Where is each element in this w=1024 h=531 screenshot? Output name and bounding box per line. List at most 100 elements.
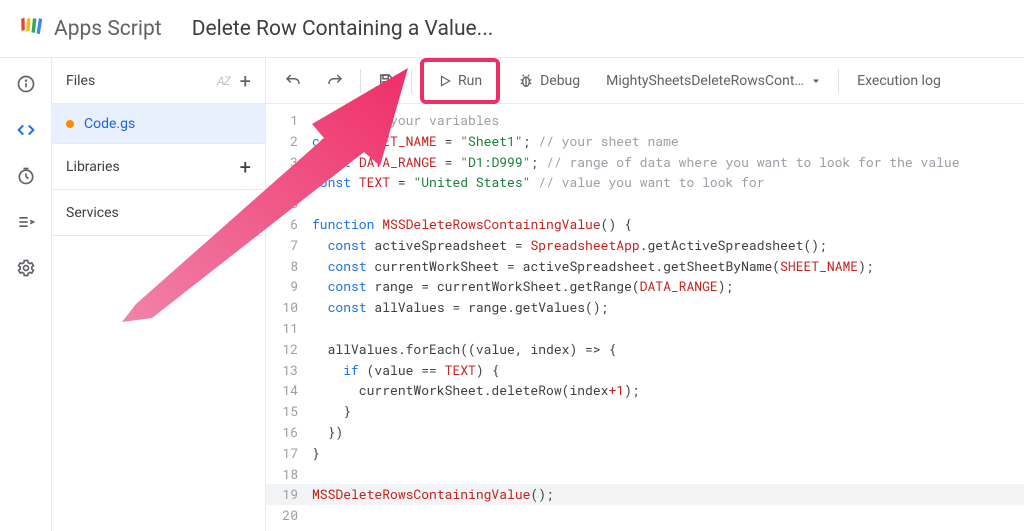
triggers-icon[interactable] <box>14 164 38 188</box>
services-label: Services <box>66 205 119 221</box>
run-button[interactable]: Run <box>428 64 492 98</box>
code-line[interactable]: 8 const currentWorkSheet = activeSpreads… <box>266 256 1024 277</box>
code-line[interactable]: 7 const activeSpreadsheet = SpreadsheetA… <box>266 235 1024 256</box>
line-number: 12 <box>266 339 312 360</box>
code-line[interactable]: 14 currentWorkSheet.deleteRow(index+1); <box>266 380 1024 401</box>
code-editor[interactable]: 1 Define your variables2const SHEET_NAME… <box>266 104 1024 531</box>
line-number: 7 <box>266 235 312 256</box>
code-content: }) <box>312 422 343 443</box>
add-service-icon[interactable]: + <box>240 203 251 223</box>
execution-log-button[interactable]: Execution log <box>847 64 951 98</box>
code-line[interactable]: 9 const range = currentWorkSheet.getRang… <box>266 276 1024 297</box>
code-content: currentWorkSheet.deleteRow(index+1); <box>312 380 640 401</box>
line-number: 6 <box>266 214 312 235</box>
file-name: Code.gs <box>84 116 135 132</box>
line-number: 2 <box>266 131 312 152</box>
libraries-header: Libraries + <box>52 144 265 190</box>
info-icon[interactable] <box>14 72 38 96</box>
editor-pane: Run Debug MightySheetsDeleteRowsConta...… <box>266 58 1024 531</box>
line-number: 9 <box>266 276 312 297</box>
code-content: const activeSpreadsheet = SpreadsheetApp… <box>312 235 827 256</box>
editor-icon[interactable] <box>14 118 38 142</box>
function-select[interactable]: MightySheetsDeleteRowsConta... <box>598 73 830 89</box>
line-number: 1 <box>266 110 312 131</box>
line-number: 11 <box>266 318 312 339</box>
code-line[interactable]: 12 allValues.forEach((value, index) => { <box>266 339 1024 360</box>
line-number: 16 <box>266 422 312 443</box>
line-number: 8 <box>266 256 312 277</box>
project-title[interactable]: Delete Row Containing a Value... <box>192 17 494 41</box>
line-number: 17 <box>266 443 312 464</box>
debug-label: Debug <box>540 73 580 89</box>
code-content: } <box>312 401 351 422</box>
left-rail <box>0 58 52 531</box>
run-button-highlight: Run <box>420 58 500 104</box>
code-content: function MSSDeleteRowsContainingValue() … <box>312 214 632 235</box>
undo-icon[interactable] <box>276 64 310 98</box>
code-line[interactable]: 2const SHEET_NAME = "Sheet1"; // your sh… <box>266 131 1024 152</box>
executions-icon[interactable] <box>14 210 38 234</box>
function-name: MightySheetsDeleteRowsConta... <box>606 73 806 89</box>
code-line[interactable]: 10 const allValues = range.getValues(); <box>266 297 1024 318</box>
line-number: 14 <box>266 380 312 401</box>
sort-icon[interactable]: AZ <box>217 74 230 88</box>
toolbar-divider <box>838 69 839 93</box>
run-label: Run <box>458 73 482 89</box>
code-content: const DATA_RANGE = "D1:D999"; // range o… <box>312 152 960 173</box>
play-icon <box>438 74 452 88</box>
redo-icon[interactable] <box>318 64 352 98</box>
apps-script-logo-icon <box>16 15 44 43</box>
code-line[interactable]: 1 Define your variables <box>266 110 1024 131</box>
code-content: const allValues = range.getValues(); <box>312 297 608 318</box>
file-modified-dot-icon <box>66 120 74 128</box>
add-file-icon[interactable]: + <box>240 71 251 91</box>
code-content: allValues.forEach((value, index) => { <box>312 339 616 360</box>
code-content: if (value == TEXT) { <box>312 360 499 381</box>
code-line[interactable]: 19MSSDeleteRowsContainingValue(); <box>266 484 1024 505</box>
code-line[interactable]: 17} <box>266 443 1024 464</box>
code-line[interactable]: 3const DATA_RANGE = "D1:D999"; // range … <box>266 152 1024 173</box>
execution-log-label: Execution log <box>857 73 941 89</box>
code-content: const TEXT = "United States" // value yo… <box>312 172 765 193</box>
code-line[interactable]: 16 }) <box>266 422 1024 443</box>
code-content: const SHEET_NAME = "Sheet1"; // your she… <box>312 131 679 152</box>
code-content: const range = currentWorkSheet.getRange(… <box>312 276 733 297</box>
line-number: 10 <box>266 297 312 318</box>
app-name: Apps Script <box>54 17 162 41</box>
code-line[interactable]: 6function MSSDeleteRowsContainingValue()… <box>266 214 1024 235</box>
code-line[interactable]: 13 if (value == TEXT) { <box>266 360 1024 381</box>
line-number: 19 <box>266 484 312 505</box>
code-line[interactable]: 11 <box>266 318 1024 339</box>
line-number: 20 <box>266 505 312 526</box>
save-icon[interactable] <box>369 64 403 98</box>
bug-icon <box>518 73 534 89</box>
file-item-code-gs[interactable]: Code.gs <box>52 104 265 144</box>
code-line[interactable]: 5 <box>266 193 1024 214</box>
code-content: MSSDeleteRowsContainingValue(); <box>312 484 554 505</box>
line-number: 18 <box>266 464 312 485</box>
line-number: 4 <box>266 172 312 193</box>
services-header: Services + <box>52 190 265 236</box>
add-library-icon[interactable]: + <box>240 157 251 177</box>
code-content: Define your variables <box>312 110 499 131</box>
files-pane: Files AZ + Code.gs Libraries + Services … <box>52 58 266 531</box>
debug-button[interactable]: Debug <box>508 64 590 98</box>
code-line[interactable]: 20 <box>266 505 1024 526</box>
code-line[interactable]: 4const TEXT = "United States" // value y… <box>266 172 1024 193</box>
line-number: 5 <box>266 193 312 214</box>
line-number: 15 <box>266 401 312 422</box>
code-line[interactable]: 18 <box>266 464 1024 485</box>
files-header: Files AZ + <box>52 58 265 104</box>
line-number: 13 <box>266 360 312 381</box>
libraries-label: Libraries <box>66 159 120 175</box>
toolbar-divider <box>360 69 361 93</box>
app-header: Apps Script Delete Row Containing a Valu… <box>0 0 1024 58</box>
code-content: const currentWorkSheet = activeSpreadshe… <box>312 256 874 277</box>
line-number: 3 <box>266 152 312 173</box>
editor-toolbar: Run Debug MightySheetsDeleteRowsConta...… <box>266 58 1024 104</box>
chevron-down-icon <box>810 75 822 87</box>
files-label: Files <box>66 73 95 89</box>
settings-icon[interactable] <box>14 256 38 280</box>
code-content: } <box>312 443 320 464</box>
code-line[interactable]: 15 } <box>266 401 1024 422</box>
